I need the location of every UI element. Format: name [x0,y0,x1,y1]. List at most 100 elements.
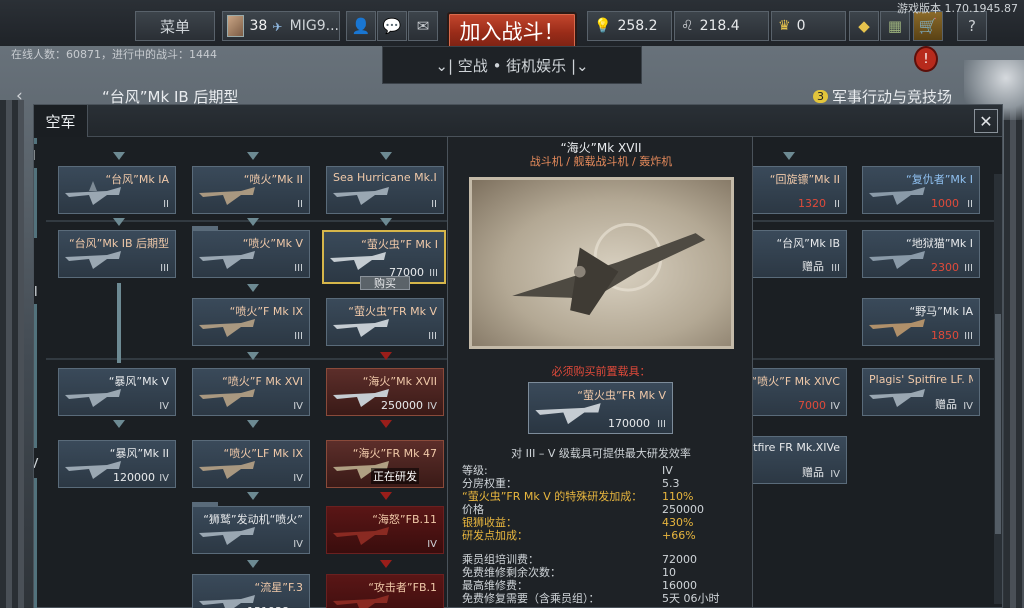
vehicle-name: “喷火”LF Mk IX [223,447,304,460]
vehicle-name: “海火”Mk XVII [362,375,437,388]
battle-rating: II [834,199,840,210]
vehicle-name: “喷火”Mk II [243,173,303,186]
vehicle-card[interactable]: “台风”Mk IA II [58,166,176,214]
stat-row: 银狮收益： 430% [462,516,747,529]
close-icon[interactable]: ✕ [974,109,998,133]
tree-arrow-locked [380,352,392,360]
operations-count-badge: 3 [813,90,828,103]
golden-eagles[interactable]: ♛ 0 [771,11,846,41]
menu-button[interactable]: 菜单 [135,11,215,41]
required-vehicle-card[interactable]: “萤火虫”FR Mk V 170000 III [528,382,673,434]
stat-label: 免费维修剩余次数： [462,566,561,579]
vehicle-card[interactable]: “喷火”Mk V III [192,226,310,278]
vehicle-name: Plagis' Spitfire LF. Mk [869,373,973,386]
vehicle-name: “喷火”F Mk XIVC [751,375,840,388]
tree-header: 空军 ✕ [34,105,1002,137]
stat-row: 乘员组培训费： 72000 [462,553,747,566]
vehicle-card[interactable]: “暴风”Mk V IV [58,368,176,416]
vehicle-card[interactable]: “台风”Mk IB 后期型 III [58,230,176,278]
vehicle-card[interactable]: “喷火”LF Mk IX IV [192,440,310,488]
stat-value: 250000 [662,503,704,516]
battle-rating: IV [293,401,303,412]
stat-value: +66% [662,529,696,542]
vehicle-name: “暴风”Mk II [109,447,169,460]
vehicle-card[interactable]: “喷火”F Mk XVI IV [192,368,310,416]
battle-rating: IV [427,539,437,550]
golden-eagles-value: 0 [796,18,806,34]
battle-rating: III [964,331,973,342]
vehicle-card[interactable]: “地狱猫”Mk I 2300 III [862,230,980,278]
back-chevron-icon[interactable]: ‹ [16,86,23,106]
scrollbar-thumb[interactable] [995,314,1001,534]
game-mode-selector[interactable]: ⌄| 空战 • 街机娱乐 |⌄ [382,46,642,84]
join-battle-button[interactable]: 加入战斗！ [447,12,577,50]
vehicle-card[interactable]: “暴风”Mk II 120000 IV [58,440,176,488]
vehicle-name: “萤火虫”FR Mk V [348,305,437,318]
stat-label: 等级: [462,464,488,477]
stat-value: 10 [662,566,676,579]
vehicle-detail-panel: “海火”Mk XVII 战斗机 / 舰载战斗机 / 轰炸机 必须购买前置载具： … [447,136,753,608]
tree-arrow [247,218,259,226]
stat-label: 分房权重： [462,477,517,490]
friends-icon[interactable]: 👤 [346,11,376,41]
stat-value: 5天 06小时 [662,592,720,605]
stat-value: 5.3 [662,477,680,490]
alert-icon[interactable]: ! [914,46,938,72]
stat-label: 银狮收益： [462,516,517,529]
battle-rating: II [967,199,973,210]
detail-vehicle-class: 战斗机 / 舰载战斗机 / 轰炸机 [529,155,673,168]
premium-icon[interactable]: ◆ [849,11,879,41]
stat-value: 430% [662,516,694,529]
vehicle-card[interactable]: “喷火”Mk II II [192,166,310,214]
vehicle-card-locked[interactable]: “攻击者”FB.1 V [326,574,444,608]
profile-widget[interactable]: 38 ✈ MIG9... [222,11,340,41]
vehicle-photo [469,177,734,349]
battle-rating: III [428,331,437,342]
battle-rating: III [160,263,169,274]
vehicle-card[interactable]: “喷火”F Mk IX III [192,298,310,346]
vehicle-card-locked[interactable]: “海怒”FB.11 IV [326,506,444,554]
research-points: 💡 258.2 [587,11,672,41]
tree-arrow [113,218,125,226]
tab-air-force[interactable]: 空军 [34,105,88,137]
vehicle-name: “攻击者”FB.1 [368,581,437,594]
vehicle-card-target[interactable]: “海火”Mk XVII 250000 IV [326,368,444,416]
stat-row: 研发点加成： +66% [462,529,747,542]
player-nickname: MIG9... [289,18,339,34]
vehicle-card[interactable]: “萤火虫”FR Mk V III [326,298,444,346]
rank-bar-iv [34,478,37,608]
tree-arrow [783,152,795,160]
rank-label-ii: II [34,144,44,168]
vehicle-card[interactable]: “野马”Mk IA 1850 III [862,298,980,346]
folder-tab [192,502,218,507]
tree-arrow [247,352,259,360]
vehicle-card[interactable]: “狮鹫”发动机“喷火” IV [192,502,310,554]
vehicle-name: “喷火”Mk V [242,237,303,250]
battle-rating: II [431,199,437,210]
vehicle-card[interactable]: “海火”FR Mk 47 正在研发 [326,440,444,488]
stat-label: 免费修复需要（含乘员组）： [462,592,600,605]
vehicle-name: “喷火”F Mk IX [229,305,303,318]
eagle-cost: 1850 [931,329,959,342]
buy-button[interactable]: 购买 [360,276,410,290]
stat-row: “萤火虫”FR Mk V 的特殊研发加成： 110% [462,490,747,503]
silver-lions: ♌ 218.4 [674,11,769,41]
tree-scrollbar[interactable] [994,174,1002,604]
vehicle-card[interactable]: Sea Hurricane Mk.IC II [326,166,444,214]
vehicle-card[interactable]: “复仇者”Mk I 1000 II [862,166,980,214]
mail-icon[interactable]: ✉ [408,11,438,41]
chat-icon[interactable]: 💬 [377,11,407,41]
research-efficiency-note: 对 III – V 级载具可提供最大研发效率 [511,447,691,460]
vehicle-card[interactable]: Plagis' Spitfire LF. Mk 赠品 IV [862,368,980,416]
tree-arrow [113,152,125,160]
player-level: 38 [249,18,268,34]
battle-rating: IV [963,401,973,412]
battle-rating: IV [830,401,840,412]
research-cost: 120000 [113,471,155,484]
vehicle-name: “台风”Mk IB 后期型 [68,237,169,250]
vehicle-name: “萤火虫”F Mk I [361,238,438,251]
stat-value: 72000 [662,553,697,566]
vehicle-card[interactable]: “流星”F.3 151938 V [192,574,310,608]
purchase-cost: 250000 [381,399,423,412]
top-bar: 菜单 38 ✈ MIG9... 👤 💬 ✉ 加入战斗！ 💡 258.2 ♌ 21… [0,0,1024,50]
